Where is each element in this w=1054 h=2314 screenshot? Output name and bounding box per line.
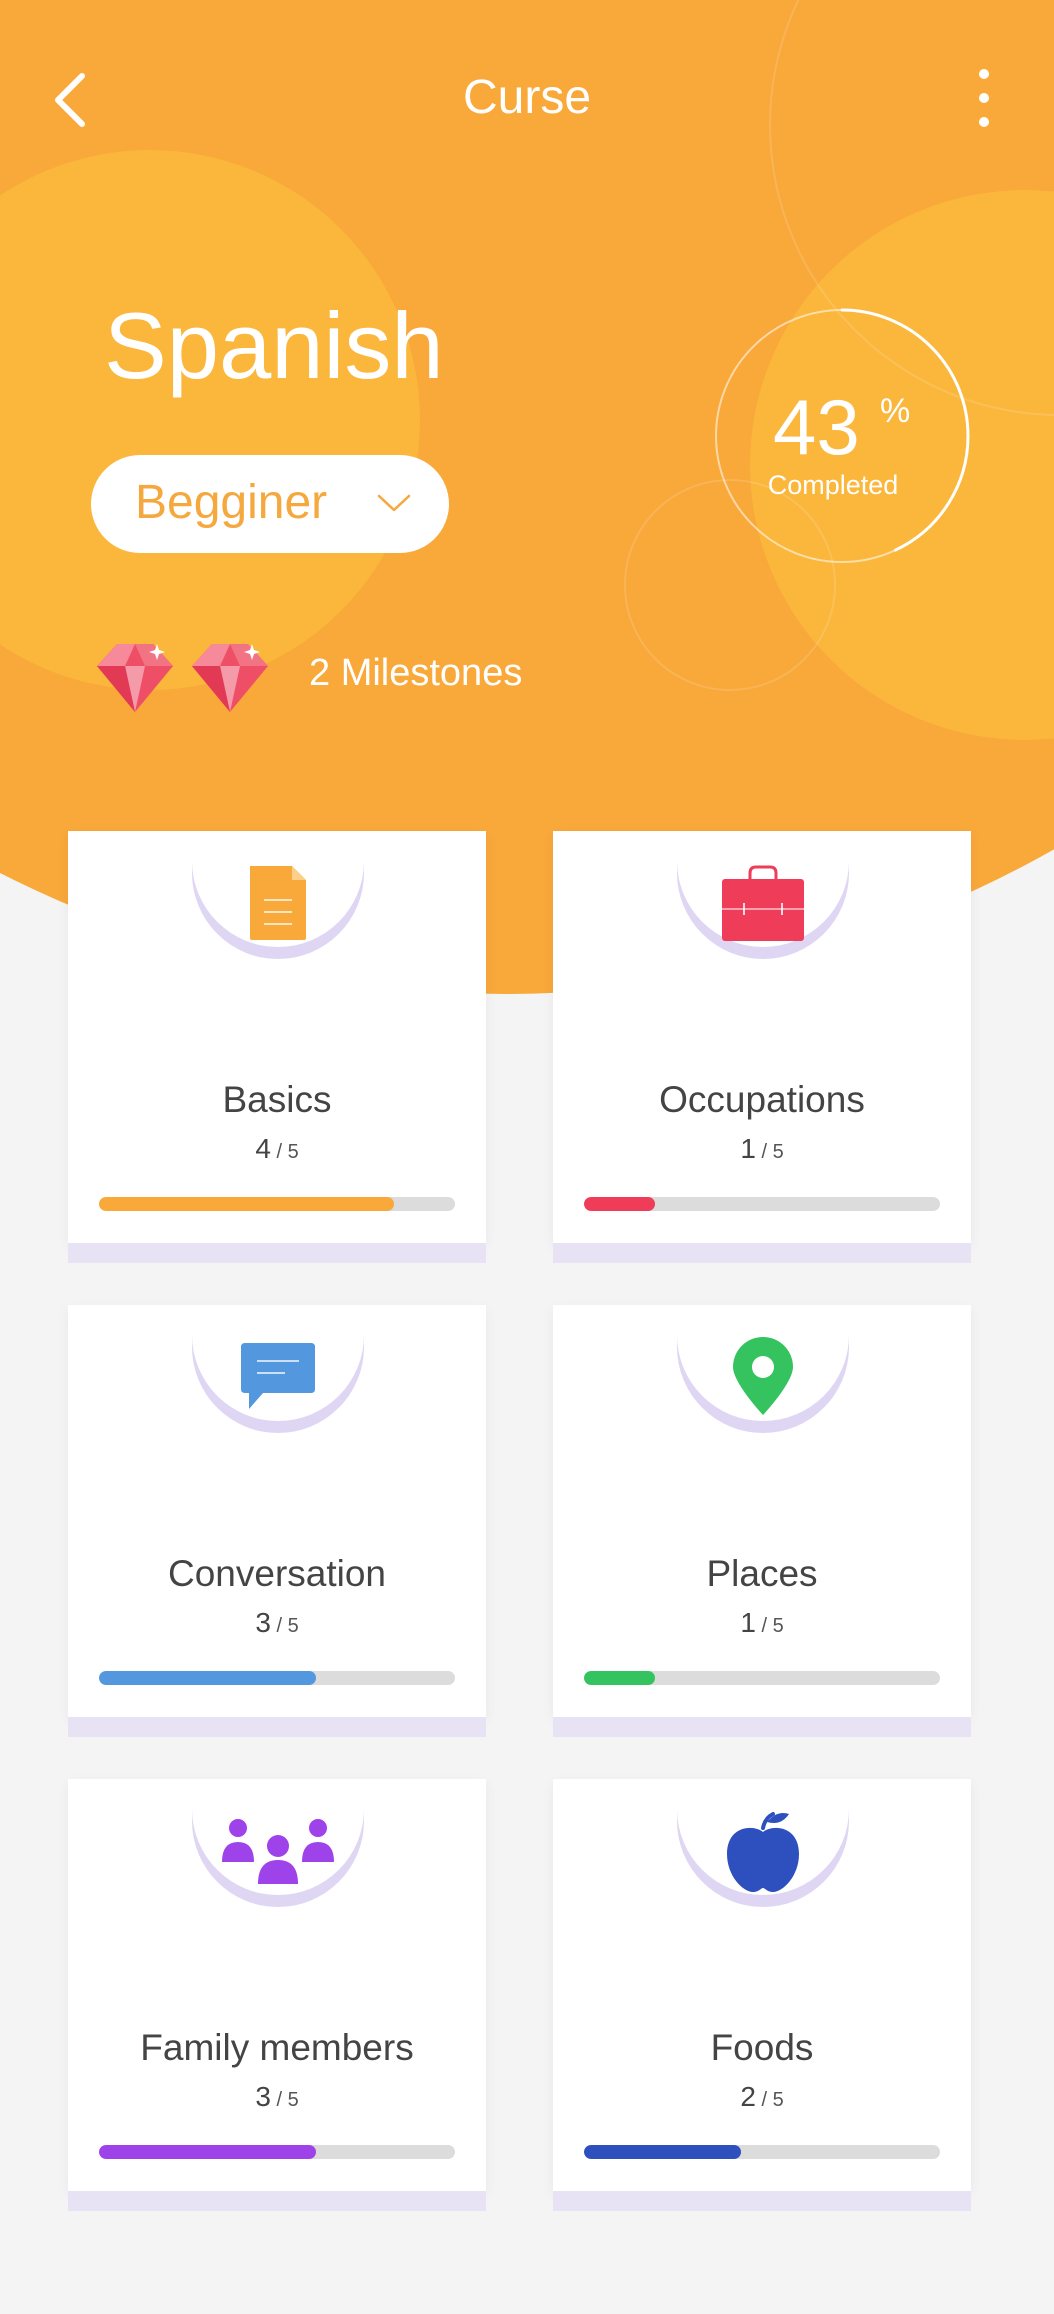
card-count: 3 / 5	[255, 1607, 299, 1638]
progress-bar-fill	[99, 2145, 317, 2159]
more-vertical-icon[interactable]	[966, 62, 1002, 134]
milestones-label: 2 Milestones	[309, 652, 523, 694]
progress-bar-fill	[584, 1197, 656, 1211]
progress-unit: %	[880, 392, 911, 430]
card-places[interactable]: Places 1 / 5	[553, 1305, 971, 1717]
chat-bubble-icon	[241, 1343, 315, 1409]
progress-bar	[99, 2145, 455, 2159]
progress-bar-fill	[99, 1197, 395, 1211]
card-count: 2 / 5	[740, 2081, 784, 2112]
icon-circle	[192, 1305, 364, 1421]
gem-icon	[97, 644, 173, 712]
progress-bar	[99, 1197, 455, 1211]
card-count: 1 / 5	[740, 1133, 784, 1164]
card-count: 3 / 5	[255, 2081, 299, 2112]
progress-bar-fill	[99, 1671, 317, 1685]
people-icon	[222, 1819, 334, 1884]
icon-circle	[192, 831, 364, 947]
card-count: 4 / 5	[255, 1133, 299, 1164]
progress-caption: Completed	[767, 470, 899, 500]
card-count: 1 / 5	[740, 1607, 784, 1638]
card-title: Basics	[222, 1079, 332, 1120]
progress-bar	[584, 1671, 940, 1685]
card-basics[interactable]: Basics 4 / 5	[68, 831, 486, 1243]
card-foods[interactable]: Foods 2 / 5	[553, 1779, 971, 2191]
icon-circle	[677, 1779, 849, 1895]
icon-circle	[677, 1305, 849, 1421]
gem-icon	[192, 644, 268, 712]
apple-icon	[727, 1812, 799, 1892]
card-family-members[interactable]: Family members 3 / 5	[68, 1779, 486, 2191]
level-label: Begginer	[135, 476, 328, 529]
card-title: Family members	[140, 2027, 414, 2068]
card-title: Foods	[710, 2027, 814, 2068]
icon-circle	[192, 1779, 364, 1895]
card-title: Conversation	[167, 1553, 386, 1594]
location-pin-icon	[733, 1337, 793, 1415]
progress-bar-fill	[584, 2145, 741, 2159]
document-icon	[250, 866, 306, 940]
progress-bar-fill	[584, 1671, 656, 1685]
card-title: Occupations	[659, 1079, 865, 1120]
progress-value: 43	[773, 383, 860, 471]
icon-circle	[677, 831, 849, 947]
briefcase-icon	[722, 865, 804, 941]
card-occupations[interactable]: Occupations 1 / 5	[553, 831, 971, 1243]
language-title: Spanish	[104, 293, 444, 398]
chevron-down-icon	[377, 494, 411, 512]
level-dropdown[interactable]: Begginer	[91, 455, 449, 553]
progress-bar	[584, 1197, 940, 1211]
page-title: Curse	[462, 71, 592, 124]
card-conversation[interactable]: Conversation 3 / 5	[68, 1305, 486, 1717]
progress-bar	[99, 1671, 455, 1685]
card-title: Places	[706, 1553, 818, 1594]
progress-bar	[584, 2145, 940, 2159]
